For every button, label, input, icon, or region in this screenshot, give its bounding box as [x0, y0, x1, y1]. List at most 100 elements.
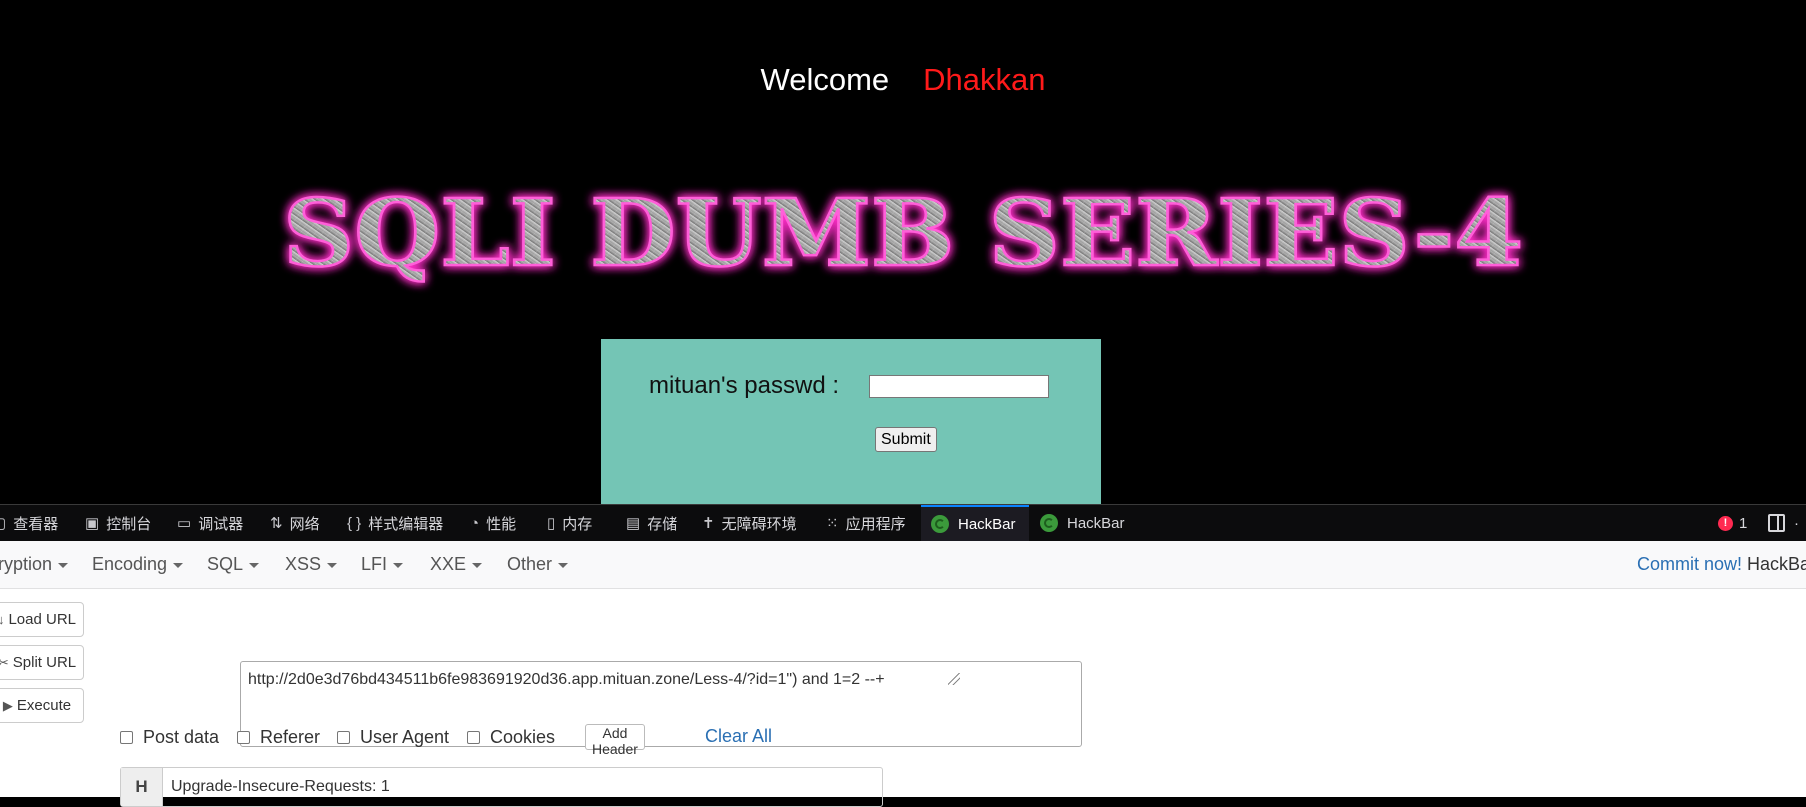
dock-side-icon[interactable] — [1768, 514, 1785, 532]
hackbar-icon — [931, 515, 949, 533]
split-url-button[interactable]: ✂ Split URL — [0, 645, 84, 680]
post-data-checkbox[interactable] — [120, 730, 133, 744]
password-input[interactable] — [869, 375, 1049, 398]
menu-encryption[interactable]: ryption — [0, 554, 69, 575]
tab-hackbar[interactable]: HackBar — [1040, 505, 1125, 541]
option-label: Referer — [260, 726, 321, 747]
menu-lfi[interactable]: LFI — [361, 554, 404, 575]
user-agent-option[interactable]: User Agent — [337, 724, 449, 750]
tab-debugger[interactable]: ▭ 调试器 — [177, 505, 243, 541]
tab-style-editor[interactable]: { } 样式编辑器 — [347, 505, 443, 541]
login-form: mituan's passwd : Submit — [601, 339, 1101, 504]
menu-label: XSS — [285, 554, 322, 574]
hackbar-menu: ryption Encoding SQL XSS LFI XXE Other C… — [0, 541, 1806, 589]
load-url-button[interactable]: ↓ Load URL — [0, 602, 84, 637]
network-icon: ⇅ — [270, 515, 283, 532]
tab-label: 应用程序 — [845, 515, 906, 533]
storage-icon: ▤ — [626, 515, 641, 532]
devtools-toolbar: ▢查看器 ▣控制台 ▭调试器 ⇅网络 { }样式编辑器 ◔性能 ▯内存 ▤存储 … — [0, 504, 1806, 541]
web-page: Welcome Dhakkan SQLI DUMB SERIES-4 mitua… — [0, 0, 1806, 504]
tab-label: HackBar — [958, 515, 1016, 533]
tab-label: 内存 — [562, 515, 593, 533]
button-label: Split URL — [12, 654, 77, 671]
style-editor-icon: { } — [347, 514, 362, 532]
error-icon: ! — [1718, 515, 1733, 531]
commit-now-link[interactable]: Commit now! — [1637, 554, 1742, 574]
add-header-button[interactable]: Add Header — [585, 724, 645, 757]
caret-down-icon — [327, 562, 338, 568]
overflow-menu-icon[interactable]: · — [1794, 515, 1799, 532]
menu-label: XXE — [430, 554, 467, 574]
application-icon: ⁙ — [826, 515, 839, 532]
tab-memory[interactable]: ▯ 内存 — [547, 505, 592, 541]
banner-text: SQLI DUMB SERIES-4 — [283, 179, 1523, 287]
tab-label: 存储 — [647, 515, 678, 533]
option-label: Cookies — [490, 726, 556, 747]
post-data-option[interactable]: Post data — [120, 724, 219, 750]
header-row: H Upgrade-Insecure-Requests: 1 — [120, 767, 883, 807]
cookies-option[interactable]: Cookies — [467, 724, 555, 750]
tab-hackbar-active[interactable]: HackBar — [921, 505, 1029, 541]
menu-encoding[interactable]: Encoding — [92, 554, 184, 575]
tab-label: 控制台 — [106, 515, 152, 533]
menu-label: Encoding — [92, 554, 168, 574]
banner-title: SQLI DUMB SERIES-4 — [282, 178, 1525, 289]
hackbar-brand: HackBa — [1747, 554, 1806, 574]
inspector-icon: ▢ — [0, 514, 6, 532]
console-icon: ▣ — [85, 515, 100, 532]
tab-performance[interactable]: ◔ 性能 — [470, 505, 516, 541]
tab-label: 调试器 — [198, 515, 244, 533]
menu-label: LFI — [361, 554, 388, 574]
error-count: 1 — [1739, 514, 1748, 532]
clear-all-link[interactable]: Clear All — [705, 726, 772, 747]
tab-label: 网络 — [289, 515, 320, 533]
tab-network[interactable]: ⇅ 网络 — [270, 505, 320, 541]
url-textarea-wrap: http://2d0e3d76bd434511b6fe983691920d36.… — [120, 601, 1082, 747]
welcome-text: Welcome — [760, 62, 890, 97]
menu-label: SQL — [207, 554, 244, 574]
hackbar-icon — [1040, 514, 1058, 532]
tab-label: 查看器 — [13, 515, 59, 533]
menu-xss[interactable]: XSS — [285, 554, 338, 575]
welcome-username: Dhakkan — [923, 62, 1046, 97]
option-label: User Agent — [360, 726, 450, 747]
menu-sql[interactable]: SQL — [207, 554, 260, 575]
button-label: Load URL — [8, 611, 77, 628]
split-icon: ✂ — [0, 654, 9, 670]
button-label: Execute — [16, 697, 72, 714]
referer-checkbox[interactable] — [237, 730, 250, 744]
tab-label: 无障碍环境 — [721, 515, 797, 533]
menu-label: ryption — [0, 554, 53, 574]
tab-accessibility[interactable]: ✝ 无障碍环境 — [702, 505, 797, 541]
caret-down-icon — [249, 562, 260, 568]
tab-label: HackBar — [1067, 514, 1125, 532]
error-count-badge[interactable]: ! 1 — [1718, 505, 1747, 541]
load-icon: ↓ — [0, 612, 5, 627]
commit-area: Commit now! HackBa — [1637, 554, 1806, 575]
caret-down-icon — [173, 562, 184, 568]
caret-down-icon — [558, 562, 569, 568]
welcome-line: Welcome Dhakkan — [0, 62, 1806, 98]
caret-down-icon — [58, 562, 69, 568]
header-value-input[interactable]: Upgrade-Insecure-Requests: 1 — [163, 768, 882, 806]
header-type-label: H — [121, 768, 163, 806]
tab-label: 样式编辑器 — [368, 515, 444, 533]
tab-application[interactable]: ⁙ 应用程序 — [826, 505, 906, 541]
tab-console[interactable]: ▣ 控制台 — [85, 505, 151, 541]
resize-grip-icon[interactable] — [948, 673, 960, 685]
submit-button[interactable]: Submit — [875, 427, 937, 452]
execute-button[interactable]: ▶ Execute — [0, 688, 84, 723]
menu-other[interactable]: Other — [507, 554, 569, 575]
tab-storage[interactable]: ▤ 存储 — [626, 505, 677, 541]
caret-down-icon — [472, 562, 483, 568]
cookies-checkbox[interactable] — [467, 730, 480, 744]
debugger-icon: ▭ — [177, 515, 192, 532]
menu-label: Other — [507, 554, 553, 574]
user-agent-checkbox[interactable] — [337, 730, 350, 744]
option-label: Post data — [143, 726, 220, 747]
hackbar-panel: ryption Encoding SQL XSS LFI XXE Other C… — [0, 541, 1806, 807]
menu-xxe[interactable]: XXE — [430, 554, 483, 575]
tab-inspector[interactable]: ▢ 查看器 — [0, 505, 58, 541]
referer-option[interactable]: Referer — [237, 724, 320, 750]
execute-icon: ▶ — [2, 697, 13, 713]
